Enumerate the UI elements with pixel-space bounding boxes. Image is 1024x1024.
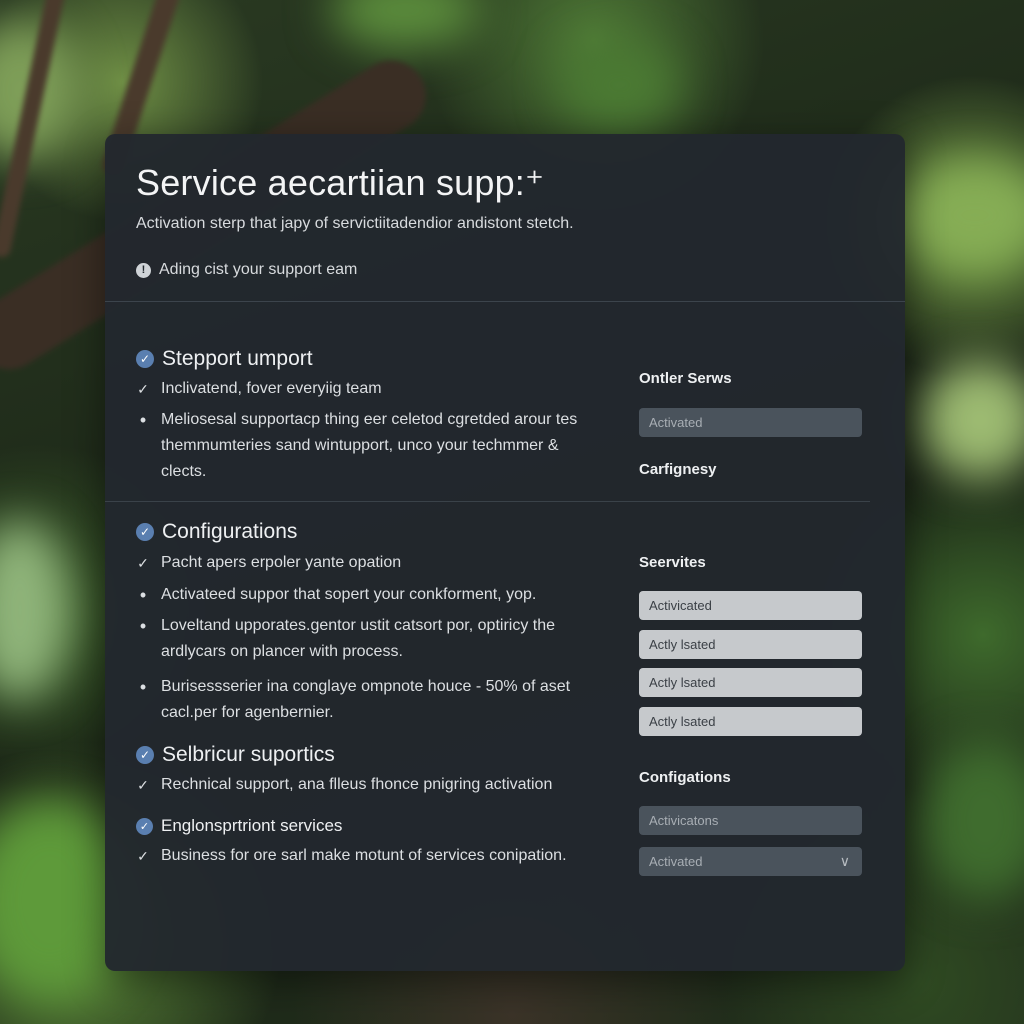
- service-status-field[interactable]: Actly lsated: [639, 707, 862, 736]
- list-item-text: Inclivatend, fover everyiig team: [161, 380, 382, 397]
- side-label-config: Carfignesy: [639, 461, 717, 478]
- list-item: • Activateed suppor that sopert your con…: [136, 582, 606, 608]
- side-label-other-services: Ontler Serws: [639, 370, 732, 387]
- page-subtitle: Activation sterp that japy of servictiit…: [136, 215, 574, 232]
- configuration-field[interactable]: Activicatons: [639, 806, 862, 835]
- status-field[interactable]: Activated: [639, 408, 862, 437]
- section-heading: ✓ Selbricur suportics: [136, 743, 335, 767]
- bullet-icon: •: [139, 410, 147, 430]
- list-item: • Meliosesal supportacp thing eer celeto…: [136, 407, 606, 485]
- list-item: ✓ Pacht apers erpoler yante opation: [136, 550, 606, 576]
- check-circle-icon: ✓: [136, 350, 154, 368]
- list-item: • Loveltand upporates.gentor ustit catso…: [136, 613, 606, 665]
- list-item-text: Pacht apers erpoler yante opation: [161, 554, 402, 571]
- list-item-text: Rechnical support, ana flleus fhonce pni…: [161, 776, 553, 793]
- notice-text: Ading cist your support eam: [159, 261, 358, 278]
- activation-select[interactable]: Activated ∨: [639, 847, 862, 876]
- checkmark-icon: ✓: [137, 555, 149, 571]
- section-heading: ✓ Configurations: [136, 520, 297, 544]
- section-heading-text: Configurations: [162, 520, 298, 543]
- list-item-text: Loveltand upporates.gentor ustit catsort…: [161, 617, 556, 660]
- list-item: • Burisessserier ina conglaye ompnote ho…: [136, 674, 606, 726]
- list-item-text: Burisessserier ina conglaye ompnote houc…: [161, 678, 571, 721]
- section-heading: ✓ Englonsprtriont services: [136, 816, 342, 836]
- list-item-text: Activateed suppor that sopert your conkf…: [161, 586, 537, 603]
- check-circle-icon: ✓: [136, 746, 154, 764]
- side-label-services: Seervites: [639, 554, 706, 571]
- service-status-field[interactable]: Activicated: [639, 591, 862, 620]
- checkmark-icon: ✓: [137, 777, 149, 793]
- check-circle-icon: ✓: [136, 817, 153, 835]
- service-panel: Service aecartiian supp:⁺ Activation ste…: [105, 134, 905, 971]
- chevron-down-icon: ∨: [839, 853, 850, 869]
- list-item-text: Meliosesal supportacp thing eer celetod …: [161, 411, 578, 480]
- list-item-text: Business for ore sarl make motunt of ser…: [161, 847, 567, 864]
- header-divider: [105, 301, 905, 302]
- service-status-field[interactable]: Actly lsated: [639, 630, 862, 659]
- section-heading: ✓ Stepport umport: [136, 347, 313, 371]
- list-item: ✓ Inclivatend, fover everyiig team: [136, 376, 606, 402]
- section-heading-text: Englonsprtriont services: [161, 816, 343, 835]
- check-circle-icon: ✓: [136, 523, 154, 541]
- list-item: ✓ Business for ore sarl make motunt of s…: [136, 843, 606, 869]
- checkmark-icon: ✓: [137, 848, 149, 864]
- notice-line: ! Ading cist your support eam: [136, 261, 357, 279]
- section-heading-text: Stepport umport: [162, 347, 313, 370]
- section-heading-text: Selbricur suportics: [162, 743, 335, 766]
- bullet-icon: •: [139, 677, 147, 697]
- bullet-icon: •: [139, 616, 147, 636]
- info-circle-icon: !: [136, 262, 151, 278]
- section-divider: [105, 501, 870, 502]
- list-item: ✓ Rechnical support, ana flleus fhonce p…: [136, 772, 606, 798]
- page-title: Service aecartiian supp:⁺: [136, 162, 545, 203]
- side-label-configurations: Configations: [639, 769, 731, 786]
- select-value: Activated: [649, 854, 703, 869]
- bullet-icon: •: [139, 585, 147, 605]
- checkmark-icon: ✓: [137, 381, 149, 397]
- service-status-field[interactable]: Actly lsated: [639, 668, 862, 697]
